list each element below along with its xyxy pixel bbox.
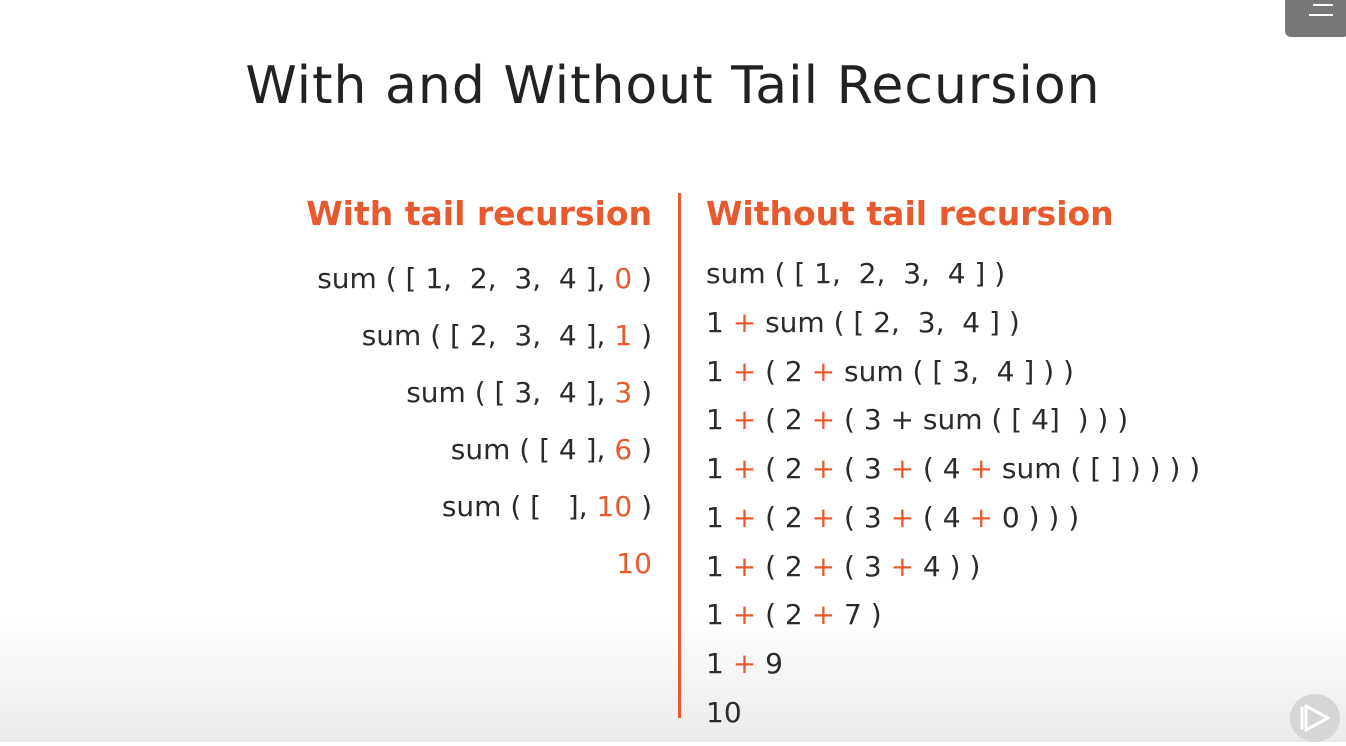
expression-segment: ( 2 — [756, 598, 812, 631]
expression-segment: ( 2 — [756, 355, 812, 388]
menu-icon-bottom-bar — [1309, 14, 1333, 16]
expression-segment: ( 3 — [835, 501, 891, 534]
with-tail-step: sum ( [ 2, 3, 4 ], 1 ) — [362, 319, 652, 352]
expression-segment: 10 — [706, 696, 742, 729]
plus-operator: + — [732, 501, 757, 534]
expression-segment: 1 — [706, 403, 733, 436]
plus-operator: + — [811, 598, 836, 631]
with-tail-step: sum ( [ 3, 4 ], 3 ) — [406, 376, 652, 409]
plus-operator: + — [969, 501, 993, 534]
step-close: ) — [632, 376, 652, 409]
plus-operator: + — [732, 306, 757, 339]
plus-operator: + — [890, 550, 915, 583]
without-tail-step: 1 + ( 2 + 7 ) — [706, 598, 882, 631]
expression-segment: sum ( [ 3, 4 ] ) ) — [835, 355, 1074, 388]
step-expression: sum ( [ 4 ], — [450, 433, 615, 466]
step-close: ) — [632, 490, 652, 523]
step-close: ) — [632, 433, 652, 466]
without-tail-step: sum ( [ 1, 2, 3, 4 ] ) — [706, 257, 1005, 290]
without-tail-heading: Without tail recursion — [706, 194, 1114, 233]
plus-operator: + — [732, 647, 757, 680]
accumulator-value: 3 — [614, 376, 633, 409]
expression-segment: sum ( [ 1, 2, 3, 4 ] ) — [706, 257, 1006, 290]
expression-segment: 1 — [706, 501, 733, 534]
expression-segment: 1 — [706, 647, 733, 680]
without-tail-step: 1 + ( 2 + sum ( [ 3, 4 ] ) ) — [706, 355, 1074, 388]
column-divider — [678, 193, 681, 718]
bottom-fade — [0, 617, 1346, 742]
expression-segment: sum ( [ 2, 3, 4 ] ) — [756, 306, 1020, 339]
plus-operator: + — [732, 598, 757, 631]
menu-button[interactable] — [1285, 0, 1346, 37]
without-tail-step: 1 + sum ( [ 2, 3, 4 ] ) — [706, 306, 1020, 339]
expression-segment: 1 — [706, 452, 733, 485]
with-tail-heading: With tail recursion — [306, 194, 652, 233]
expression-segment: ( 2 — [756, 403, 812, 436]
plus-operator: + — [811, 550, 836, 583]
without-tail-step: 1 + ( 2 + ( 3 + ( 4 + 0 ) ) ) — [706, 501, 1079, 534]
with-tail-step: sum ( [ ], 10 ) — [442, 490, 652, 523]
step-expression: sum ( [ 1, 2, 3, 4 ], — [317, 262, 615, 295]
with-tail-step: 10 — [616, 547, 652, 580]
plus-operator: + — [969, 452, 993, 485]
plus-operator: + — [811, 403, 836, 436]
plus-operator: + — [732, 452, 757, 485]
plus-operator: + — [732, 355, 757, 388]
plus-operator: + — [890, 501, 915, 534]
with-tail-step: sum ( [ 4 ], 6 ) — [451, 433, 652, 466]
without-tail-step: 1 + ( 2 + ( 3 + sum ( [ 4] ) ) ) — [706, 403, 1128, 436]
accumulator-value: 1 — [614, 319, 633, 352]
plus-operator: + — [732, 403, 757, 436]
expression-segment: 1 — [706, 306, 733, 339]
without-tail-step: 10 — [706, 696, 742, 729]
expression-segment: ( 2 — [756, 501, 812, 534]
menu-icon — [1313, 4, 1333, 6]
step-expression: sum ( [ 3, 4 ], — [406, 376, 615, 409]
accumulator-value: 10 — [616, 547, 652, 580]
play-button[interactable] — [1290, 694, 1340, 742]
expression-segment: ( 2 — [756, 550, 812, 583]
plus-operator: + — [811, 501, 836, 534]
plus-operator: + — [811, 355, 836, 388]
plus-operator: + — [732, 550, 757, 583]
without-tail-step: 1 + ( 2 + ( 3 + 4 ) ) — [706, 550, 980, 583]
expression-segment: ( 3 — [835, 550, 891, 583]
expression-segment: ( 3 + sum ( [ 4] ) ) ) — [835, 403, 1129, 436]
expression-segment: ( 4 — [914, 501, 970, 534]
expression-segment: 4 ) ) — [914, 550, 981, 583]
with-tail-step: sum ( [ 1, 2, 3, 4 ], 0 ) — [317, 262, 652, 295]
expression-segment: ( 4 — [914, 452, 970, 485]
without-tail-step: 1 + ( 2 + ( 3 + ( 4 + sum ( [ ] ) ) ) ) — [706, 452, 1200, 485]
plus-operator: + — [811, 452, 836, 485]
play-icon — [1300, 704, 1330, 732]
step-close: ) — [632, 262, 652, 295]
accumulator-value: 10 — [596, 490, 633, 523]
step-expression: sum ( [ ], — [441, 490, 597, 523]
expression-segment: 1 — [706, 550, 733, 583]
plus-operator: + — [890, 452, 915, 485]
expression-segment: 1 — [706, 598, 733, 631]
expression-segment: sum ( [ ] ) ) ) ) — [992, 452, 1201, 485]
accumulator-value: 0 — [614, 262, 633, 295]
expression-segment: ( 3 — [835, 452, 891, 485]
slide-title: With and Without Tail Recursion — [245, 56, 1101, 116]
step-close: ) — [632, 319, 652, 352]
expression-segment: ( 2 — [756, 452, 812, 485]
expression-segment: 7 ) — [835, 598, 882, 631]
expression-segment: 9 — [756, 647, 783, 680]
without-tail-step: 1 + 9 — [706, 647, 783, 680]
accumulator-value: 6 — [614, 433, 633, 466]
expression-segment: 0 ) ) ) — [992, 501, 1080, 534]
expression-segment: 1 — [706, 355, 733, 388]
step-expression: sum ( [ 2, 3, 4 ], — [361, 319, 615, 352]
